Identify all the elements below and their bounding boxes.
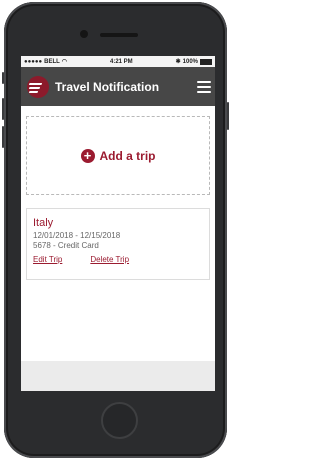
wifi-icon: ◠ <box>61 59 68 65</box>
status-time: 4:21 PM <box>109 58 133 65</box>
bluetooth-icon: ✱ <box>175 59 181 65</box>
front-camera <box>80 30 88 38</box>
trip-dates: 12/01/2018 - 12/15/2018 <box>33 231 121 240</box>
add-trip-button[interactable]: + Add a trip <box>26 116 210 195</box>
battery-icon <box>200 58 212 65</box>
hamburger-menu-icon[interactable] <box>197 80 211 93</box>
mute-switch <box>2 72 4 84</box>
carrier-name: BELL <box>44 58 60 65</box>
battery-percent: 100% <box>182 58 198 65</box>
power-button <box>227 102 229 130</box>
app-title: Travel Notification <box>55 79 160 94</box>
main-content: + Add a trip Italy 12/01/2018 - 12/15/20… <box>21 106 215 361</box>
earpiece-speaker <box>100 33 138 37</box>
volume-down-button <box>2 126 4 148</box>
edit-trip-link[interactable]: Edit Trip <box>33 255 62 264</box>
trip-payment-card: 5678 - Credit Card <box>33 241 99 250</box>
app-logo-icon <box>27 75 49 98</box>
signal-icon: ●●●●● <box>24 58 43 65</box>
status-bar: ●●●●● BELL ◠ 4:21 PM ✱ 100% <box>21 56 215 67</box>
trip-destination: Italy <box>33 217 54 229</box>
app-header: Travel Notification <box>21 67 215 106</box>
plus-circle-icon: + <box>80 148 95 163</box>
add-trip-label: Add a trip <box>99 148 156 163</box>
phone-screen: ●●●●● BELL ◠ 4:21 PM ✱ 100% Travel Notif… <box>21 56 215 391</box>
delete-trip-link[interactable]: Delete Trip <box>90 255 129 264</box>
volume-up-button <box>2 98 4 120</box>
home-button[interactable] <box>101 402 138 439</box>
trip-card: Italy 12/01/2018 - 12/15/2018 5678 - Cre… <box>26 208 210 280</box>
